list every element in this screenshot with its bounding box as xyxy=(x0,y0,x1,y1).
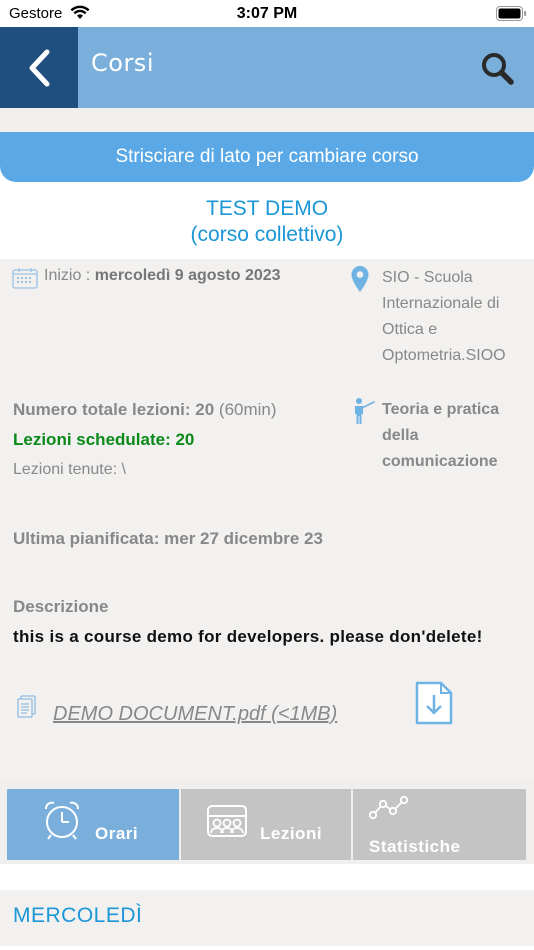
stats-line-icon xyxy=(369,795,409,820)
clock-time: 3:07 PM xyxy=(236,5,298,22)
document-link[interactable]: DEMO DOCUMENT.pdf (<1MB) xyxy=(53,703,337,726)
calendar-icon xyxy=(12,268,38,289)
day-label: MERCOLEDÌ xyxy=(13,904,143,927)
total-lessons: Numero totale lezioni: 20 (60min) xyxy=(13,400,277,420)
course-location: SIO - Scuola Internazionale di Ottica e … xyxy=(382,269,506,364)
chevron-left-icon xyxy=(29,49,50,86)
status-bar: Gestore 3:07 PM xyxy=(0,0,534,27)
last-planned: Ultima pianificata: mer 27 dicembre 23 xyxy=(13,529,323,548)
course-info-card: Inizio : mercoledì 9 agosto 2023 SIO - S… xyxy=(0,259,534,781)
classroom-icon xyxy=(207,805,247,837)
course-subject: Teoria e pratica della comunicazione xyxy=(382,401,500,470)
back-button[interactable] xyxy=(0,27,78,108)
start-date-value: mercoledì 9 agosto 2023 xyxy=(94,267,281,284)
navigation-bar: Corsi xyxy=(0,27,534,108)
total-lessons-label: Numero totale lezioni: 20 xyxy=(13,400,215,419)
description-label: Descrizione xyxy=(13,597,109,616)
tab-label: Statistiche xyxy=(369,837,461,856)
section-spacer xyxy=(0,864,534,890)
tab-bar: Orari Lezioni Statistiche xyxy=(0,781,534,864)
tab-label: Lezioni xyxy=(260,824,323,843)
tab-label: Orari xyxy=(95,824,139,843)
course-type: (corso collettivo) xyxy=(190,223,344,246)
documents-icon xyxy=(17,695,36,718)
start-date: Inizio : mercoledì 9 agosto 2023 xyxy=(44,267,281,285)
page-title: Corsi xyxy=(91,49,154,77)
location-pin-icon xyxy=(351,266,369,292)
lesson-duration: (60min) xyxy=(214,400,277,419)
scheduled-lessons: Lezioni schedulate: 20 xyxy=(13,430,195,449)
battery-icon xyxy=(496,6,527,21)
header-spacer xyxy=(0,108,534,132)
download-file-icon[interactable] xyxy=(414,681,454,725)
description-text: this is a course demo for developers. pl… xyxy=(13,627,483,646)
held-lessons: Lezioni tenute: \ xyxy=(13,461,126,478)
swipe-hint-banner: Strisciare di lato per cambiare corso xyxy=(0,132,534,182)
tab-orari[interactable]: Orari xyxy=(7,789,179,860)
tab-statistiche[interactable]: Statistiche xyxy=(353,789,526,860)
search-icon[interactable] xyxy=(478,49,518,89)
start-date-label: Inizio : xyxy=(44,267,95,284)
tab-lezioni[interactable]: Lezioni xyxy=(181,789,351,860)
teacher-icon xyxy=(355,398,375,424)
alarm-clock-icon xyxy=(45,801,79,840)
course-name: TEST DEMO xyxy=(205,197,329,220)
schedule-day-header: MERCOLEDÌ xyxy=(0,890,534,946)
